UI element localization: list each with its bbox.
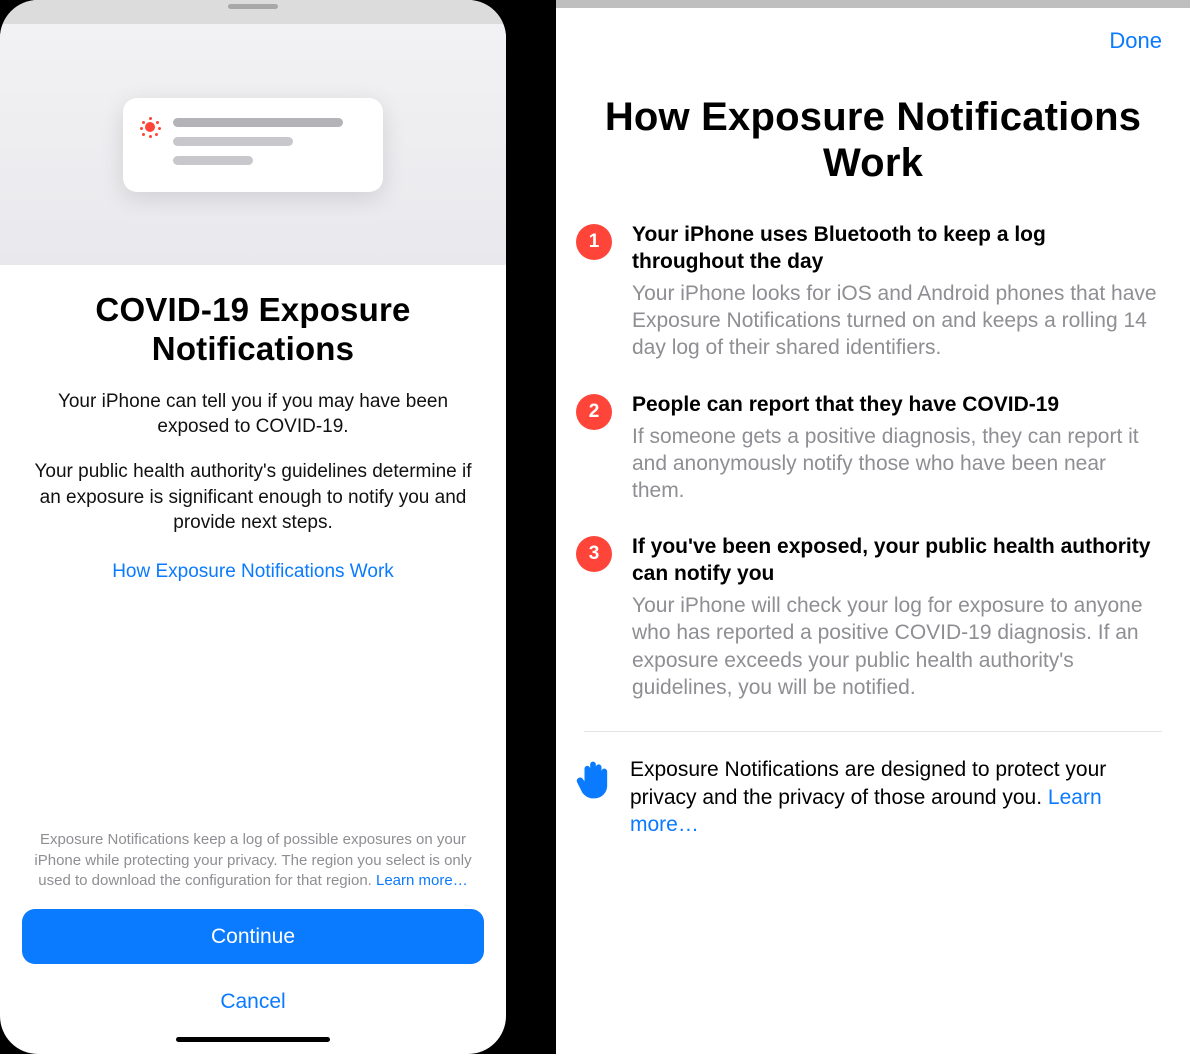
step-number-badge: 2 bbox=[576, 394, 612, 430]
step-1: 1 Your iPhone uses Bluetooth to keep a l… bbox=[576, 222, 1160, 362]
step-description: Your iPhone will check your log for expo… bbox=[632, 592, 1160, 701]
privacy-text-body: Exposure Notifications are designed to p… bbox=[630, 758, 1106, 808]
status-bar-placeholder bbox=[556, 0, 1190, 8]
virus-icon bbox=[141, 118, 159, 136]
notification-card-illustration bbox=[123, 98, 383, 192]
step-title: If you've been exposed, your public heal… bbox=[632, 534, 1160, 588]
step-title: People can report that they have COVID-1… bbox=[632, 392, 1160, 419]
intro-paragraph-1: Your iPhone can tell you if you may have… bbox=[0, 369, 506, 440]
step-description: If someone gets a positive diagnosis, th… bbox=[632, 423, 1160, 505]
page-title: How Exposure Notifications Work bbox=[556, 54, 1190, 222]
step-number-badge: 3 bbox=[576, 536, 612, 572]
step-2: 2 People can report that they have COVID… bbox=[576, 392, 1160, 505]
sheet-grabber[interactable] bbox=[228, 4, 278, 9]
step-number-badge: 1 bbox=[576, 224, 612, 260]
cancel-button[interactable]: Cancel bbox=[22, 974, 484, 1029]
sheet-grabber-area bbox=[0, 0, 506, 24]
hand-stop-icon bbox=[576, 760, 608, 796]
hero-illustration bbox=[0, 24, 506, 265]
continue-button[interactable]: Continue bbox=[22, 909, 484, 964]
fine-print: Exposure Notifications keep a log of pos… bbox=[22, 830, 484, 909]
how-it-works-screen: Done How Exposure Notifications Work 1 Y… bbox=[556, 0, 1190, 1054]
intro-paragraph-2: Your public health authority's guideline… bbox=[0, 439, 506, 535]
done-button[interactable]: Done bbox=[1109, 28, 1162, 54]
steps-list: 1 Your iPhone uses Bluetooth to keep a l… bbox=[556, 222, 1190, 701]
how-it-works-link[interactable]: How Exposure Notifications Work bbox=[0, 561, 506, 583]
divider bbox=[584, 731, 1162, 732]
privacy-text: Exposure Notifications are designed to p… bbox=[630, 756, 1162, 838]
page-title: COVID-19 Exposure Notifications bbox=[0, 265, 506, 369]
notification-skeleton-lines bbox=[173, 116, 365, 178]
step-title: Your iPhone uses Bluetooth to keep a log… bbox=[632, 222, 1160, 276]
privacy-row: Exposure Notifications are designed to p… bbox=[556, 756, 1190, 838]
nav-bar: Done bbox=[556, 8, 1190, 54]
home-indicator[interactable] bbox=[176, 1037, 330, 1042]
learn-more-link[interactable]: Learn more… bbox=[376, 872, 468, 889]
step-3: 3 If you've been exposed, your public he… bbox=[576, 534, 1160, 701]
step-description: Your iPhone looks for iOS and Android ph… bbox=[632, 280, 1160, 362]
onboarding-screen-1: COVID-19 Exposure Notifications Your iPh… bbox=[0, 0, 506, 1054]
